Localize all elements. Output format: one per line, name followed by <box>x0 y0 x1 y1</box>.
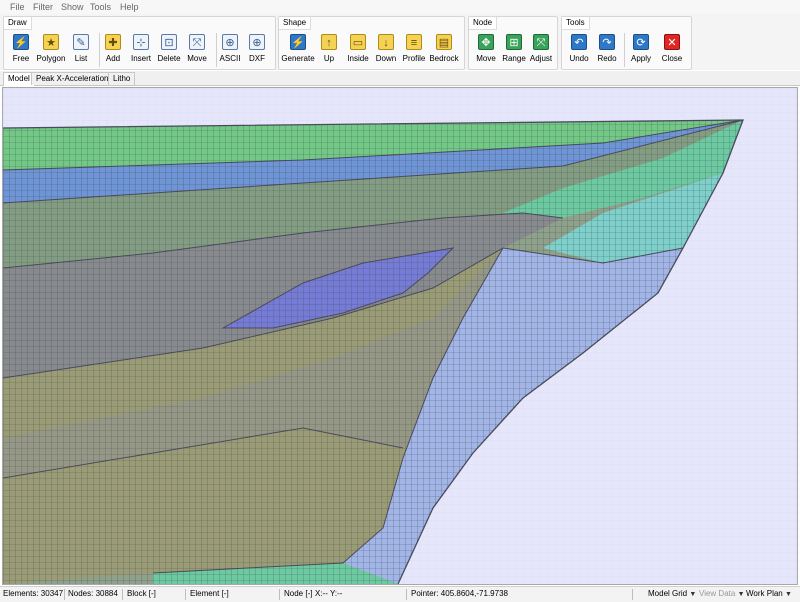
pointer-readout: Pointer: 405.8604,-71.9738 <box>411 589 508 598</box>
redo-button[interactable]: ↷ Redo <box>592 32 622 68</box>
model-grid-label: Model Grid <box>648 589 688 598</box>
menu-bar: File Filter Show Tools Help <box>0 0 800 14</box>
lightning-icon: ⚡ <box>290 34 306 50</box>
menu-show[interactable]: Show <box>61 2 84 12</box>
arrow-down-icon: ↓ <box>378 34 394 50</box>
nodes-count: Nodes: 30884 <box>68 589 118 598</box>
profile-icon: ≡ <box>406 34 422 50</box>
dxf-label: DXF <box>249 54 265 63</box>
bedrock-icon: ▤ <box>436 34 452 50</box>
block-indicator: Block [-] <box>127 589 156 598</box>
inside-icon: ▭ <box>350 34 366 50</box>
draw-group-label: Draw <box>4 17 32 30</box>
tab-litho[interactable]: Litho <box>108 72 136 85</box>
view-tabs: Model Peak X-Acceleration (g) Litho <box>0 71 800 86</box>
shape-group: Shape ⚡ Generate ↑ Up ▭ Inside ↓ Down ≡ Profi… <box>278 16 465 70</box>
add-node-icon: ✚ <box>105 34 121 50</box>
node-indicator: Node [-] <box>284 589 313 598</box>
menu-help[interactable]: Help <box>120 2 139 12</box>
elements-count: Elements: 30347 <box>3 589 64 598</box>
model-grid-dropdown[interactable]: Model Grid ▼ <box>648 589 696 598</box>
chevron-down-icon: ▼ <box>689 591 697 598</box>
node-group: Node ✥ Move ⊞ Range ⤧ Adjust <box>468 16 558 70</box>
star-icon: ★ <box>43 34 59 50</box>
finite-element-mesh[interactable] <box>3 88 797 584</box>
import-ascii-icon: ⊕ <box>222 34 238 50</box>
bedrock-button[interactable]: ▤ Bedrock <box>429 32 459 68</box>
arrow-up-icon: ↑ <box>321 34 337 50</box>
import-dxf-icon: ⊕ <box>249 34 265 50</box>
node-group-label: Node <box>469 17 498 30</box>
menu-tools[interactable]: Tools <box>90 2 111 12</box>
work-plan-dropdown[interactable]: Work Plan ▼ <box>746 589 792 598</box>
status-divider <box>632 589 633 600</box>
status-divider <box>406 589 407 600</box>
insert-node-icon: ⊹ <box>133 34 149 50</box>
bedrock-label: Bedrock <box>429 54 459 63</box>
status-divider <box>279 589 280 600</box>
dxf-button[interactable]: ⊕ DXF <box>242 32 272 68</box>
draw-group: Draw ⚡ Free ★ Polygon ✎ List ✚ Add ⊹ Insert ⊡… <box>3 16 276 70</box>
menu-filter[interactable]: Filter <box>33 2 53 12</box>
work-plan-label: Work Plan <box>746 589 783 598</box>
move-button[interactable]: ⤧ Move <box>182 32 212 68</box>
tools-group-label: Tools <box>562 17 590 30</box>
view-data-label: View Data <box>699 589 736 598</box>
shape-group-label: Shape <box>279 17 312 30</box>
view-data-dropdown[interactable]: View Data ▼ <box>699 589 745 598</box>
lightning-icon: ⚡ <box>13 34 29 50</box>
ribbon-toolbar: Draw ⚡ Free ★ Polygon ✎ List ✚ Add ⊹ Insert ⊡… <box>0 14 800 70</box>
move-arrows-icon: ✥ <box>478 34 494 50</box>
adjust-label: Adjust <box>529 54 553 63</box>
tools-group: Tools ↶ Undo ↷ Redo ⟳ Apply ✕ Close <box>561 16 692 70</box>
range-icon: ⊞ <box>506 34 522 50</box>
delete-node-icon: ⊡ <box>161 34 177 50</box>
close-icon: ✕ <box>664 34 680 50</box>
adjust-button[interactable]: ⤧ Adjust <box>526 32 556 68</box>
list-icon: ✎ <box>73 34 89 50</box>
close-button[interactable]: ✕ Close <box>657 32 687 68</box>
model-canvas[interactable] <box>2 87 798 585</box>
status-divider <box>64 589 65 600</box>
chevron-down-icon: ▼ <box>737 591 745 598</box>
status-divider <box>122 589 123 600</box>
status-bar: Elements: 30347 Nodes: 30884 Block [-] E… <box>0 586 800 602</box>
element-indicator: Element [-] <box>190 589 229 598</box>
move-node-icon: ⤧ <box>189 34 205 50</box>
menu-file[interactable]: File <box>10 2 25 12</box>
apply-icon: ⟳ <box>633 34 649 50</box>
xy-readout: X:-- Y:-- <box>315 589 343 598</box>
redo-icon: ↷ <box>599 34 615 50</box>
status-divider <box>185 589 186 600</box>
adjust-icon: ⤧ <box>533 34 549 50</box>
undo-icon: ↶ <box>571 34 587 50</box>
close-label: Close <box>661 54 683 63</box>
chevron-down-icon: ▼ <box>785 591 792 598</box>
